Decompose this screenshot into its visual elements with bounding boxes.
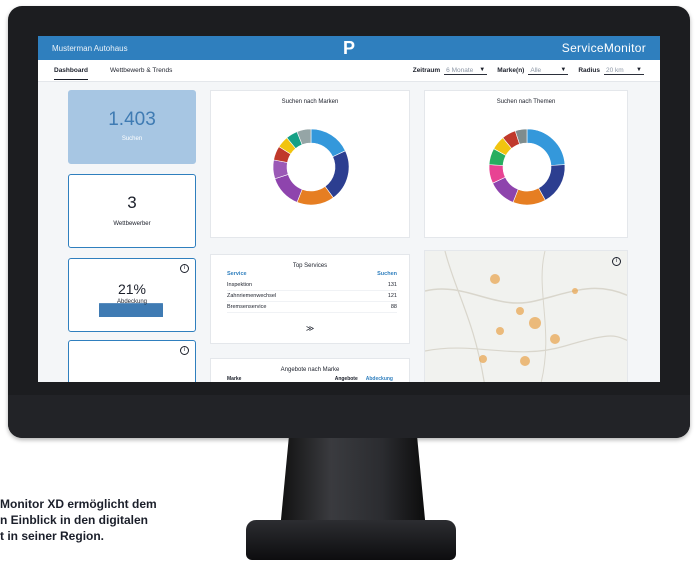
filter-bar: Zeitraum 6 Monate ▼ Marke(n) Alle ▼ Radius… [413,67,644,75]
filter-radius[interactable]: Radius 20 km ▼ [578,67,644,75]
column-header[interactable]: Abdeckung [366,376,393,382]
kpi-caption: Wettbewerber [113,221,151,227]
map-marker [572,288,578,294]
filter-label: Marke(n) [497,67,525,74]
column-header[interactable]: Suchen [348,271,397,280]
info-icon[interactable]: i [612,257,621,266]
map-marker [529,317,541,329]
donut-slice[interactable] [274,174,303,203]
donut-slice[interactable] [310,128,346,158]
expand-chevron-icon[interactable]: ≫ [211,324,409,333]
map-marker [490,274,500,284]
column-header[interactable]: Service [227,271,348,280]
card-top-services: Top Services Service Suchen Inspektion 13… [210,254,410,344]
monitor-stand-neck [280,438,426,530]
app-screen: Musterman Autohaus P ServiceMonitor Dash… [38,36,660,382]
monitor-stand-base [246,520,456,560]
filter-zeitraum[interactable]: Zeitraum 6 Monate ▼ [413,67,488,75]
zeitraum-select[interactable]: 6 Monate ▼ [444,67,488,75]
column-header[interactable]: Angebote [335,376,358,382]
radius-select[interactable]: 20 km ▼ [604,67,644,75]
topics-donut-chart[interactable] [425,111,629,235]
chevron-down-icon: ▼ [479,67,486,73]
marke-select[interactable]: Alle ▼ [528,67,569,75]
app-header: Musterman Autohaus P ServiceMonitor [38,36,660,60]
kpi-value: 1.403 [108,109,156,130]
caption-text: Monitor XD ermöglicht dem n Einblick in … [0,497,157,543]
kpi-caption: Abdeckung [116,299,148,305]
table-row[interactable]: Zahnriemenwechsel 121 [227,290,397,302]
filter-label: Radius [578,67,600,74]
card-title: Top Services [292,263,328,269]
chevron-down-icon: ▼ [560,67,567,73]
map-marker [550,334,560,344]
card-title: Suchen nach Themen [496,99,556,105]
brands-donut-chart[interactable] [211,111,411,235]
map-marker [479,355,487,363]
card-topics: Suchen nach Themen [424,90,628,238]
kpi-value: 21% [117,281,147,297]
dealer-name: Musterman Autohaus [52,43,128,53]
tab-dashboard[interactable]: Dashboard [54,62,88,80]
monitor-chin [8,395,690,438]
region-map[interactable] [425,251,628,382]
map-marker [496,327,504,335]
card-offers: Angebote nach Marke Marke Angebote Abdec… [210,358,410,382]
map-card[interactable]: i [424,250,628,382]
filter-marke[interactable]: Marke(n) Alle ▼ [497,67,569,75]
column-header[interactable]: Marke [227,376,241,382]
offers-header: Marke Angebote Abdeckung [227,376,393,382]
kpi-coverage[interactable]: i 21% Abdeckung [68,258,196,332]
info-icon[interactable]: i [180,346,189,355]
services-table: Service Suchen Inspektion 131 Zahnriemenw… [227,271,397,313]
card-title: Suchen nach Marken [281,99,339,105]
kpi-searches[interactable]: 1.403 Suchen [68,90,196,164]
table-row[interactable]: Bremsenservice 88 [227,301,397,313]
chevron-down-icon: ▼ [636,67,642,73]
dashboard-content: 1.403 Suchen 3 Wettbewerber i 21% Abdeck… [38,82,660,382]
kpi-fourth[interactable]: i [68,340,196,382]
tab-wettbewerb-trends[interactable]: Wettbewerb & Trends [110,62,172,79]
nav-bar: Dashboard Wettbewerb & Trends Zeitraum 6… [38,60,660,82]
donut-slice[interactable] [526,128,566,166]
marketing-image: Musterman Autohaus P ServiceMonitor Dash… [0,0,696,568]
info-icon[interactable]: i [180,264,189,273]
donut-slice[interactable] [324,150,350,199]
card-title: Angebote nach Marke [280,367,340,373]
kpi-competitors[interactable]: 3 Wettbewerber [68,174,196,248]
product-name: ServiceMonitor [561,41,646,55]
table-row[interactable]: Inspektion 131 [227,280,397,291]
kpi-caption: Suchen [121,136,143,142]
map-marker [516,307,524,315]
map-marker [520,356,530,366]
card-brands: Suchen nach Marken [210,90,410,238]
app-logo-icon[interactable]: P [250,39,448,57]
filter-label: Zeitraum [412,67,441,74]
kpi-value: 3 [127,193,137,212]
